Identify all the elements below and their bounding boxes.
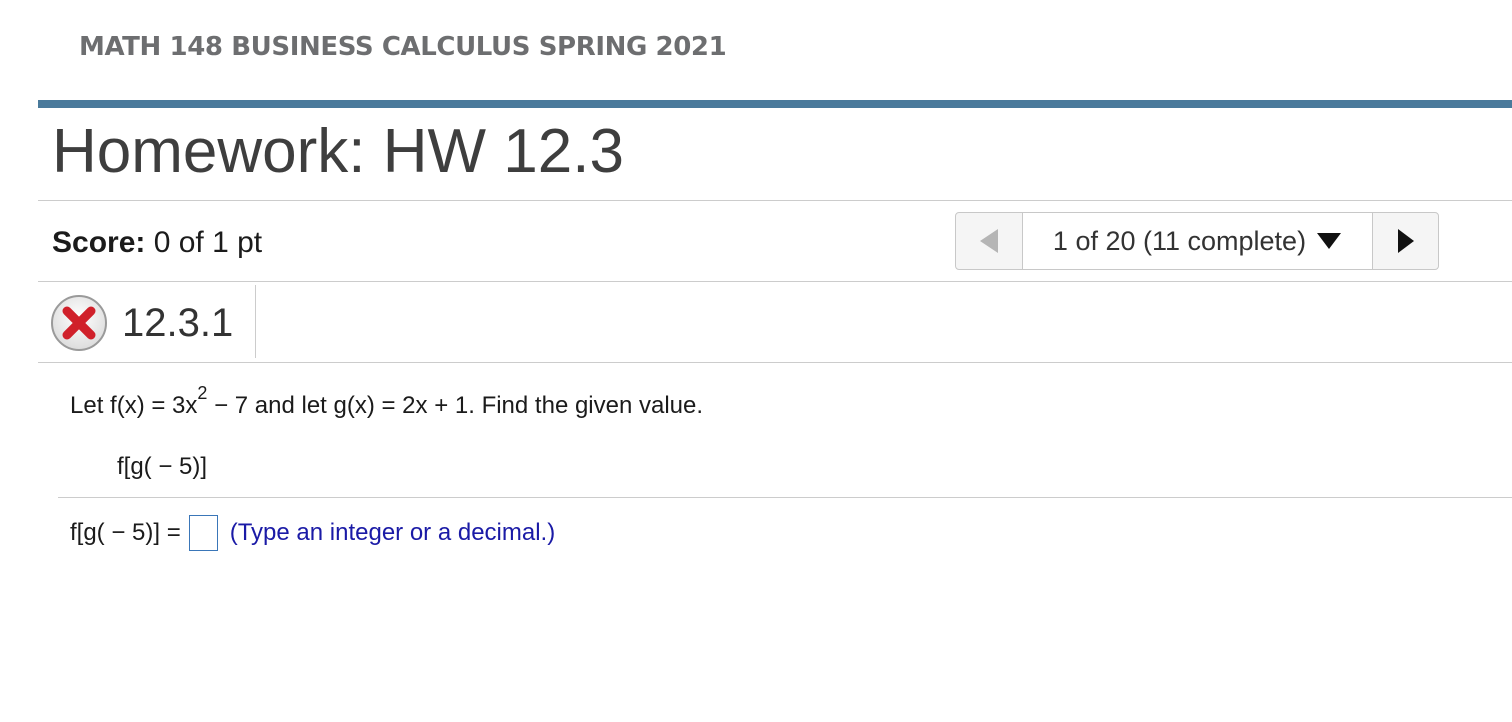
divider xyxy=(38,200,1512,201)
triangle-left-icon xyxy=(980,229,998,253)
question-selector-dropdown[interactable]: 1 of 20 (11 complete) xyxy=(1023,213,1373,269)
answer-label: f[g( − 5)] = xyxy=(70,519,181,546)
score-display: Score: 0 of 1 pt xyxy=(52,226,262,260)
triangle-down-icon xyxy=(1317,233,1342,249)
divider xyxy=(38,281,1512,282)
score-value: 0 of 1 pt xyxy=(153,226,263,259)
prompt-text-start: Let f(x) = 3x xyxy=(70,392,198,419)
question-prompt: Let f(x) = 3x2 − 7 and let g(x) = 2x + 1… xyxy=(70,384,704,420)
question-selector-label: 1 of 20 (11 complete) xyxy=(1052,225,1307,256)
header-accent-bar xyxy=(38,100,1512,108)
question-id: 12.3.1 xyxy=(122,300,234,345)
question-navigator: 1 of 20 (11 complete) xyxy=(955,212,1439,270)
question-header: 12.3.1 xyxy=(50,290,233,356)
incorrect-x-icon xyxy=(51,295,107,351)
prompt-text-end: − 7 and let g(x) = 2x + 1. Find the give… xyxy=(207,392,704,419)
answer-input[interactable] xyxy=(188,515,218,551)
divider xyxy=(255,285,256,358)
triangle-right-icon xyxy=(1397,229,1414,253)
prompt-exponent: 2 xyxy=(197,383,208,403)
course-title: MATH 148 BUSINESS CALCULUS SPRING 2021 xyxy=(79,32,727,62)
divider xyxy=(38,362,1512,363)
page-title: Homework: HW 12.3 xyxy=(52,117,624,186)
answer-hint: (Type an integer or a decimal.) xyxy=(229,519,556,546)
score-label: Score: xyxy=(52,226,146,259)
homework-page: MATH 148 BUSINESS CALCULUS SPRING 2021 H… xyxy=(0,0,1512,722)
answer-row: f[g( − 5)] = (Type an integer or a decim… xyxy=(70,513,555,553)
question-expression: f[g( − 5)] xyxy=(117,453,208,480)
next-question-button[interactable] xyxy=(1373,213,1438,269)
previous-question-button[interactable] xyxy=(956,213,1023,269)
answer-divider xyxy=(58,497,1512,498)
